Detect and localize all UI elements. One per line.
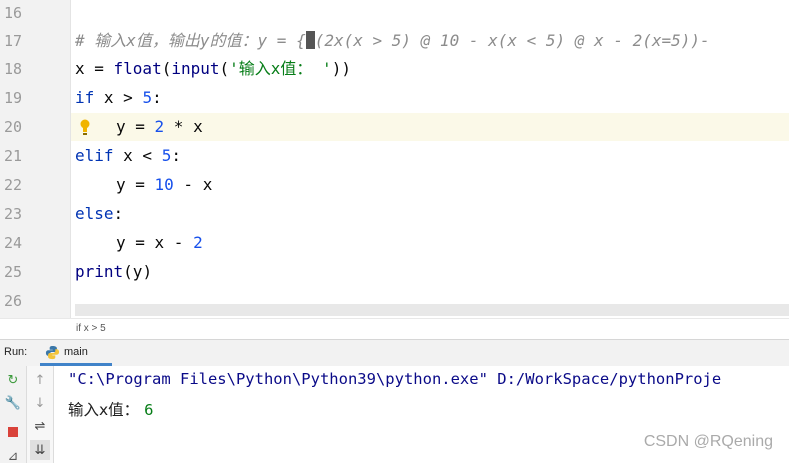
code-line-19[interactable]: if x > 5: bbox=[75, 84, 162, 112]
code-token: y = x - bbox=[116, 233, 194, 252]
arrow-down-icon[interactable]: ↓ bbox=[30, 393, 50, 413]
builtin-token: print bbox=[75, 262, 124, 281]
comment-text: (2x(x > 5) @ 10 - x(x < 5) @ x - 2(x=5)) bbox=[314, 31, 701, 50]
line-number: 21 bbox=[3, 147, 22, 165]
rerun-icon[interactable]: ↻ bbox=[3, 370, 23, 390]
code-token: : bbox=[152, 88, 162, 107]
code-token: ( bbox=[219, 59, 230, 78]
line-number: 23 bbox=[3, 205, 22, 223]
console-prompt: 输入x值： bbox=[68, 401, 145, 419]
string-token: '输入x值： ' bbox=[229, 59, 332, 78]
comment-text: # 输入x值，输出y的值：y = { bbox=[75, 31, 306, 50]
code-editor[interactable]: 16 17 18 19 20 21 22 23 24 25 26 # 输入x值，… bbox=[0, 0, 789, 318]
pin-icon[interactable]: ⊿ bbox=[3, 446, 23, 466]
code-token: y = bbox=[116, 175, 155, 194]
python-icon bbox=[45, 345, 60, 360]
line-number: 20 bbox=[3, 118, 22, 136]
console-input-value: 6 bbox=[144, 401, 154, 419]
number-token: 5 bbox=[161, 146, 172, 165]
line-number: 25 bbox=[3, 263, 22, 281]
code-token: y = bbox=[116, 117, 155, 136]
builtin-token: input bbox=[171, 59, 220, 78]
text-caret bbox=[305, 31, 315, 49]
number-token: 2 bbox=[154, 117, 165, 136]
watermark: CSDN @RQening bbox=[643, 433, 773, 450]
soft-wrap-icon[interactable]: ⇌ bbox=[30, 416, 50, 436]
code-line-25[interactable]: print(y) bbox=[75, 258, 152, 286]
line-number: 24 bbox=[3, 234, 22, 252]
code-line-22[interactable]: y = 10 - x bbox=[116, 171, 212, 199]
line-number: 18 bbox=[3, 60, 22, 78]
code-token: )) bbox=[331, 59, 351, 78]
console-command-line: "C:\Program Files\Python\Python39\python… bbox=[68, 370, 722, 388]
console-tool-column: ↑ ↓ ⇌ ⇊ bbox=[27, 366, 54, 463]
breadcrumb[interactable]: if x > 5 bbox=[0, 318, 789, 339]
comment-text: - bbox=[700, 31, 710, 50]
keyword-token: if bbox=[75, 88, 95, 107]
run-tab-main[interactable]: main bbox=[40, 340, 112, 366]
run-tool-column: ↻ 🔧 ⊿ bbox=[0, 366, 27, 466]
scroll-to-end-icon[interactable]: ⇊ bbox=[30, 440, 50, 460]
number-token: 2 bbox=[193, 233, 203, 252]
code-line-20[interactable]: y = 2 * x bbox=[116, 113, 203, 141]
code-line-21[interactable]: elif x < 5: bbox=[75, 142, 181, 170]
code-line-24[interactable]: y = x - 2 bbox=[116, 229, 203, 257]
line-number: 26 bbox=[3, 292, 22, 310]
line-number: 19 bbox=[3, 89, 22, 107]
code-token: - x bbox=[173, 175, 213, 194]
code-token: (y) bbox=[123, 262, 153, 281]
wrench-icon[interactable]: 🔧 bbox=[3, 393, 23, 413]
lightbulb-icon[interactable] bbox=[80, 118, 90, 136]
keyword-token: else bbox=[75, 204, 114, 223]
breadcrumb-item[interactable]: if x > 5 bbox=[76, 323, 106, 334]
stop-icon[interactable] bbox=[3, 422, 23, 442]
code-token: x > bbox=[94, 88, 143, 107]
line-number: 17 bbox=[3, 32, 22, 50]
run-tab-label: main bbox=[64, 346, 88, 358]
builtin-token: float bbox=[113, 59, 162, 78]
line-number: 22 bbox=[3, 176, 22, 194]
number-token: 5 bbox=[142, 88, 153, 107]
run-toolbar: Run: main bbox=[0, 339, 789, 367]
code-line-18[interactable]: x = float(input('输入x值： ')) bbox=[75, 55, 351, 83]
code-token: : bbox=[113, 204, 124, 223]
arrow-up-icon[interactable]: ↑ bbox=[30, 370, 50, 390]
keyword-token: elif bbox=[75, 146, 114, 165]
code-token: x < bbox=[113, 146, 162, 165]
code-token: ( bbox=[161, 59, 172, 78]
code-token: * x bbox=[164, 117, 203, 136]
line-number-gutter: 16 17 18 19 20 21 22 23 24 25 26 bbox=[0, 0, 71, 318]
horizontal-scrollbar[interactable] bbox=[75, 304, 789, 316]
code-line-23[interactable]: else: bbox=[75, 200, 123, 228]
line-number: 16 bbox=[3, 4, 22, 22]
number-token: 10 bbox=[154, 175, 174, 194]
code-token: x = bbox=[75, 59, 114, 78]
run-label: Run: bbox=[4, 346, 28, 358]
code-line-17[interactable]: # 输入x值，输出y的值：y = { (2x(x > 5) @ 10 - x(x … bbox=[75, 27, 710, 55]
code-token: : bbox=[171, 146, 181, 165]
